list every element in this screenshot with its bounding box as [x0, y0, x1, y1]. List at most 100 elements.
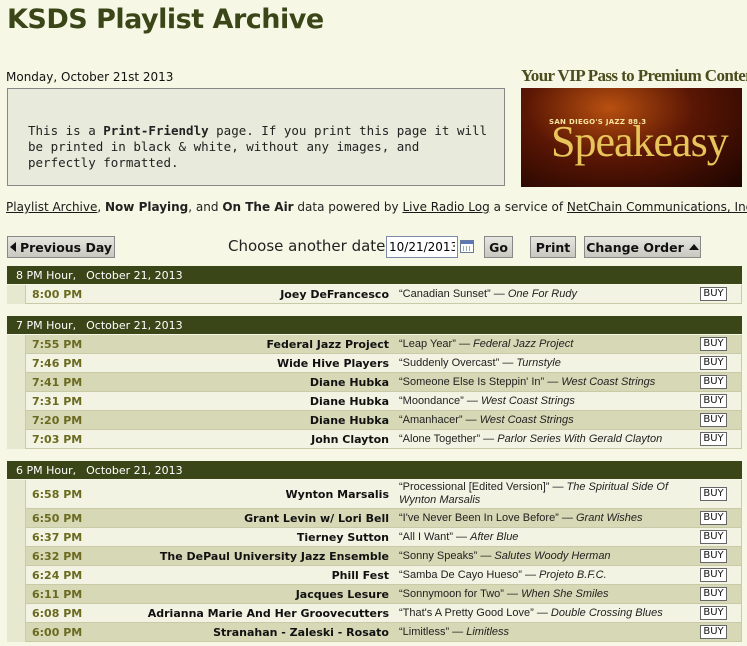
buy-button[interactable]: BUY: [700, 287, 727, 301]
dash: —: [480, 433, 498, 445]
buy-button[interactable]: BUY: [700, 432, 727, 446]
table-row: 6:37 PM Tierney Sutton “All I Want” — Af…: [25, 528, 742, 547]
dash: —: [453, 531, 471, 543]
choose-date-label: Choose another date:: [228, 237, 391, 255]
print-friendly-notice: This is a Print-Friendly page. If you pr…: [7, 88, 505, 186]
album-title: When She Smiles: [521, 588, 609, 600]
track-time: 6:32 PM: [32, 550, 83, 563]
track-artist: Wide Hive Players: [276, 357, 389, 370]
track-song: “Someone Else Is Steppin' In” — West Coa…: [399, 376, 689, 389]
hour-date: October 21, 2013: [86, 318, 183, 332]
album-title: Projeto B.F.C.: [539, 569, 607, 581]
table-row: 7:20 PM Diane Hubka “Amanhacer” — West C…: [25, 411, 742, 430]
album-title: One For Rudy: [507, 288, 577, 300]
album-title: Limitless: [466, 626, 510, 638]
change-order-label: Change Order: [586, 239, 684, 255]
song-title: “Processional [Edited Version]”: [399, 481, 550, 493]
song-title: “Suddenly Overcast”: [399, 357, 500, 369]
track-song: “Suddenly Overcast” — Turnstyle: [399, 357, 689, 370]
table-row: 6:00 PM Stranahan - Zaleski - Rosato “Li…: [25, 623, 742, 642]
dash: —: [533, 607, 551, 619]
speakeasy-promo-banner[interactable]: Speakeasy SAN DIEGO'S JAZZ 88.3: [521, 88, 742, 187]
print-button[interactable]: Print: [530, 236, 576, 258]
track-song: “That's A Pretty Good Love” — Double Cro…: [399, 607, 689, 620]
page-title: KSDS Playlist Archive: [7, 4, 324, 35]
playlist-archive-link[interactable]: Playlist Archive: [6, 200, 97, 214]
hour-header: 7 PM Hour, October 21, 2013: [7, 316, 742, 334]
buy-button[interactable]: BUY: [700, 587, 727, 601]
track-time: 8:00 PM: [32, 288, 83, 301]
track-time: 7:03 PM: [32, 433, 83, 446]
calendar-icon[interactable]: [460, 240, 474, 253]
album-title: Parlor Series With Gerald Clayton: [497, 433, 663, 445]
dash: —: [477, 550, 495, 562]
track-time: 6:00 PM: [32, 626, 83, 639]
hour-date: October 21, 2013: [86, 463, 183, 477]
track-artist: Diane Hubka: [309, 376, 389, 389]
album-title: Turnstyle: [516, 357, 561, 369]
track-song: “Sonnymoon for Two” — When She Smiles: [399, 588, 689, 601]
buy-button[interactable]: BUY: [700, 394, 727, 408]
song-title: “Amanhacer”: [399, 414, 463, 426]
go-button[interactable]: Go: [484, 236, 513, 258]
track-song: “Processional [Edited Version]” — The Sp…: [399, 481, 689, 507]
track-song: “Moondance” — West Coast Strings: [399, 395, 689, 408]
song-title: “Leap Year”: [399, 338, 456, 350]
now-playing-label: Now Playing: [105, 200, 189, 214]
hour-header: 6 PM Hour, October 21, 2013: [7, 461, 742, 479]
buy-button[interactable]: BUY: [700, 413, 727, 427]
promo-tagline[interactable]: Your VIP Pass to Premium Content: [521, 66, 747, 86]
buy-button[interactable]: BUY: [700, 625, 727, 639]
dash: —: [549, 481, 567, 493]
buy-button[interactable]: BUY: [700, 337, 727, 351]
buy-button[interactable]: BUY: [700, 487, 727, 501]
table-row: 7:46 PM Wide Hive Players “Suddenly Over…: [25, 354, 742, 373]
track-time: 6:58 PM: [32, 488, 83, 501]
hour-tracks: 7:55 PM Federal Jazz Project “Leap Year”…: [7, 335, 742, 449]
track-time: 7:55 PM: [32, 338, 83, 351]
buy-button[interactable]: BUY: [700, 606, 727, 620]
track-artist: Tierney Sutton: [296, 531, 389, 544]
table-row: 7:41 PM Diane Hubka “Someone Else Is Ste…: [25, 373, 742, 392]
track-song: “Alone Together” — Parlor Series With Ge…: [399, 433, 689, 446]
track-artist: The DePaul University Jazz Ensemble: [159, 550, 389, 563]
notice-prefix: This is a: [28, 123, 104, 138]
table-row: 6:08 PM Adrianna Marie And Her Groovecut…: [25, 604, 742, 623]
change-order-button[interactable]: Change Order: [584, 236, 701, 258]
powered-mid: data powered by: [293, 200, 403, 214]
track-time: 6:50 PM: [32, 512, 83, 525]
buy-button[interactable]: BUY: [700, 511, 727, 525]
song-title: “Samba De Cayo Hueso”: [399, 569, 522, 581]
song-title: “I've Never Been In Love Before”: [399, 512, 559, 524]
song-title: “Alone Together”: [399, 433, 481, 445]
track-song: “I've Never Been In Love Before” — Grant…: [399, 512, 689, 525]
track-song: “Limitless” — Limitless: [399, 626, 689, 639]
live-radio-log-link[interactable]: Live Radio Log: [402, 200, 489, 214]
dash: —: [503, 588, 522, 600]
hour-tracks: 8:00 PM Joey DeFrancesco “Canadian Sunse…: [7, 285, 742, 304]
previous-day-button[interactable]: Previous Day: [7, 236, 115, 258]
track-artist: Stranahan - Zaleski - Rosato: [213, 626, 389, 639]
buy-button[interactable]: BUY: [700, 375, 727, 389]
album-title: West Coast Strings: [479, 414, 574, 426]
hour-header: 8 PM Hour, October 21, 2013: [7, 266, 742, 284]
song-title: “Someone Else Is Steppin' In”: [399, 376, 545, 388]
buy-button[interactable]: BUY: [700, 549, 727, 563]
buy-button[interactable]: BUY: [700, 530, 727, 544]
hour-label: 7 PM Hour,: [16, 318, 77, 332]
buy-button[interactable]: BUY: [700, 568, 727, 582]
track-time: 7:46 PM: [32, 357, 83, 370]
date-input[interactable]: [386, 236, 458, 258]
buy-button[interactable]: BUY: [700, 356, 727, 370]
album-title: After Blue: [470, 531, 519, 543]
song-title: “All I Want”: [399, 531, 453, 543]
track-artist: Adrianna Marie And Her Groovecutters: [147, 607, 389, 620]
track-song: “Sonny Speaks” — Salutes Woody Herman: [399, 550, 689, 563]
table-row: 6:50 PM Grant Levin w/ Lori Bell “I've N…: [25, 509, 742, 528]
track-artist: Federal Jazz Project: [266, 338, 389, 351]
album-title: West Coast Strings: [480, 395, 575, 407]
track-time: 7:31 PM: [32, 395, 83, 408]
netchain-link[interactable]: NetChain Communications, Inc.: [567, 200, 747, 214]
track-song: “Leap Year” — Federal Jazz Project: [399, 338, 689, 351]
table-row: 7:03 PM John Clayton “Alone Together” — …: [25, 430, 742, 449]
